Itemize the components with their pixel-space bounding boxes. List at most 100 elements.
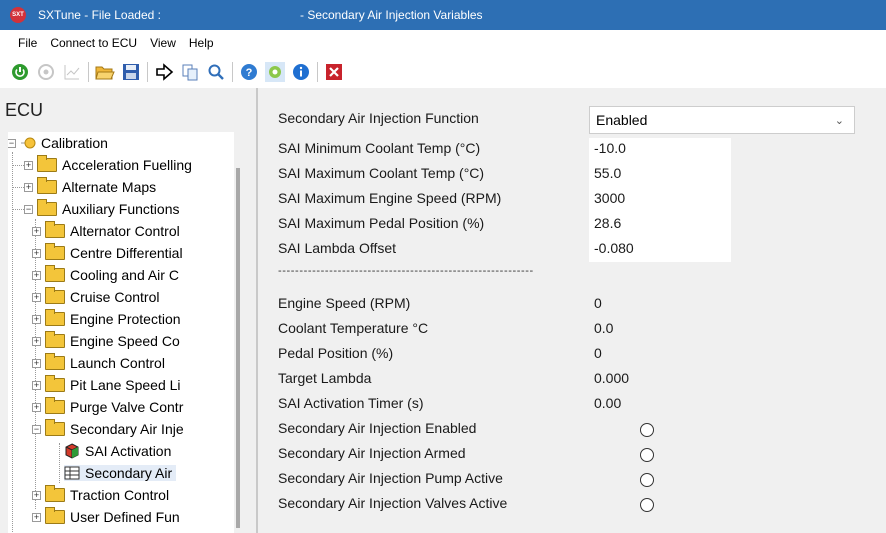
sai-max-coolant-label: SAI Maximum Coolant Temp (°C) [278,165,485,181]
tree-label: Engine Speed Co [70,333,180,349]
tree-label: Pit Lane Speed Li [70,377,181,393]
tree-item-launch-control[interactable]: + Launch Control [32,352,165,374]
help-icon[interactable]: ? [239,62,259,82]
close-icon[interactable] [324,62,344,82]
app-logo-icon: SXT [10,7,26,23]
svg-text:?: ? [246,67,253,79]
tree-item-alternate-maps[interactable]: + Alternate Maps [8,176,156,198]
tree-item-cooling-and-air[interactable]: + Cooling and Air C [32,264,179,286]
tree-label: Cooling and Air C [70,267,179,283]
sai-max-engine-speed-input[interactable]: 3000 [594,190,625,206]
tree-label: Traction Control [70,487,170,503]
target-lambda-value: 0.000 [594,370,630,386]
expand-icon[interactable]: + [32,380,41,390]
expand-icon[interactable]: + [24,160,33,170]
tree-item-purge-valve-control[interactable]: + Purge Valve Contr [32,396,183,418]
app-title: SXTune - File Loaded : [38,8,161,22]
expand-icon[interactable]: + [32,270,41,280]
tree-item-acceleration-fuelling[interactable]: + Acceleration Fuelling [8,154,192,176]
arrow-icon[interactable] [154,62,174,82]
tree-item-engine-protection[interactable]: + Engine Protection [32,308,181,330]
sai-activation-timer-label: SAI Activation Timer (s) [278,395,424,411]
tree-item-sai-activation[interactable]: SAI Activation [64,440,171,462]
tree-label: Cruise Control [70,289,160,305]
collapse-icon[interactable]: − [32,424,41,434]
graph-icon[interactable] [62,62,82,82]
folder-icon [45,265,65,282]
document-title: - Secondary Air Injection Variables [300,8,483,22]
left-panel: ECU − Calibration + Acceleration Fuellin… [0,88,258,533]
ecu-heading: ECU [5,100,44,120]
expand-icon[interactable]: + [32,358,41,368]
menu-connect-to-ecu[interactable]: Connect to ECU [45,36,142,50]
pedal-position-label: Pedal Position (%) [278,345,394,361]
tree-item-centre-differential[interactable]: + Centre Differential [32,242,183,264]
tree-scrollbar[interactable] [236,168,240,528]
sai-lambda-offset-input[interactable]: -0.080 [594,240,634,256]
sai-enabled-indicator [640,423,654,437]
tree-item-auxiliary-functions[interactable]: − Auxiliary Functions [8,198,180,220]
open-folder-icon[interactable] [95,62,115,82]
collapse-icon[interactable]: − [8,138,16,148]
sai-max-coolant-input[interactable]: 55.0 [594,165,621,181]
expand-icon[interactable]: + [32,512,41,522]
sai-valves-active-label: Secondary Air Injection Valves Active [278,495,508,511]
sai-function-select[interactable]: Enabled ⌄ [589,106,855,134]
menu-bar: File Connect to ECU View Help [0,30,886,56]
sai-min-coolant-input[interactable]: -10.0 [594,140,626,156]
menu-file[interactable]: File [13,36,42,50]
power-icon[interactable] [10,62,30,82]
tree-item-calibration[interactable]: − Calibration [8,132,108,154]
folder-icon [45,353,65,370]
expand-icon[interactable]: + [32,402,41,412]
copy-icon[interactable] [180,62,200,82]
sai-pump-active-indicator [640,473,654,487]
coolant-temperature-label: Coolant Temperature °C [278,320,429,336]
tree-item-cruise-control[interactable]: + Cruise Control [32,286,159,308]
expand-icon[interactable]: + [32,248,41,258]
tree-item-traction-control[interactable]: + Traction Control [32,484,169,506]
engine-speed-value: 0 [594,295,602,311]
expand-icon[interactable]: + [32,336,41,346]
tree-label: Engine Protection [70,311,181,327]
tree-label: Purge Valve Contr [70,399,184,415]
expand-icon[interactable]: + [32,292,41,302]
toolbar-separator [88,62,89,82]
toolbar-separator [317,62,318,82]
toolbar-separator [232,62,233,82]
collapse-icon[interactable]: − [24,204,33,214]
expand-icon[interactable]: + [32,314,41,324]
expand-icon[interactable]: + [32,490,41,500]
sai-pump-active-label: Secondary Air Injection Pump Active [278,470,503,486]
folder-open-icon [37,199,57,216]
tree-label: Calibration [41,135,108,151]
cube-icon [65,443,79,459]
tree-item-user-defined-functions[interactable]: + User Defined Fun [32,506,180,528]
connect-icon[interactable] [36,62,56,82]
menu-help[interactable]: Help [184,36,219,50]
tree-label: Launch Control [70,355,165,371]
sai-max-pedal-input[interactable]: 28.6 [594,215,621,231]
menu-view[interactable]: View [145,36,181,50]
expand-icon[interactable]: + [32,226,41,236]
tree-item-engine-speed-control[interactable]: + Engine Speed Co [32,330,180,352]
save-icon[interactable] [121,62,141,82]
tree-item-secondary-air-variables[interactable]: Secondary Air [64,462,177,484]
sai-max-engine-speed-label: SAI Maximum Engine Speed (RPM) [278,190,502,206]
folder-icon [45,375,65,392]
folder-icon [45,243,65,260]
calibration-icon [21,137,36,149]
search-icon[interactable] [206,62,226,82]
tree-item-pit-lane-speed-limiter[interactable]: + Pit Lane Speed Li [32,374,181,396]
expand-icon[interactable]: + [24,182,33,192]
tree-label: Acceleration Fuelling [62,157,192,173]
sai-function-value: Enabled [596,112,648,128]
sai-armed-indicator [640,448,654,462]
sai-max-pedal-label: SAI Maximum Pedal Position (%) [278,215,485,231]
settings-icon[interactable] [265,62,285,82]
folder-icon [45,287,65,304]
tree-label: User Defined Fun [70,509,180,525]
tree-item-alternator-control[interactable]: + Alternator Control [32,220,180,242]
info-icon[interactable] [291,62,311,82]
tree-item-secondary-air-injection[interactable]: − Secondary Air Inje [32,418,184,440]
